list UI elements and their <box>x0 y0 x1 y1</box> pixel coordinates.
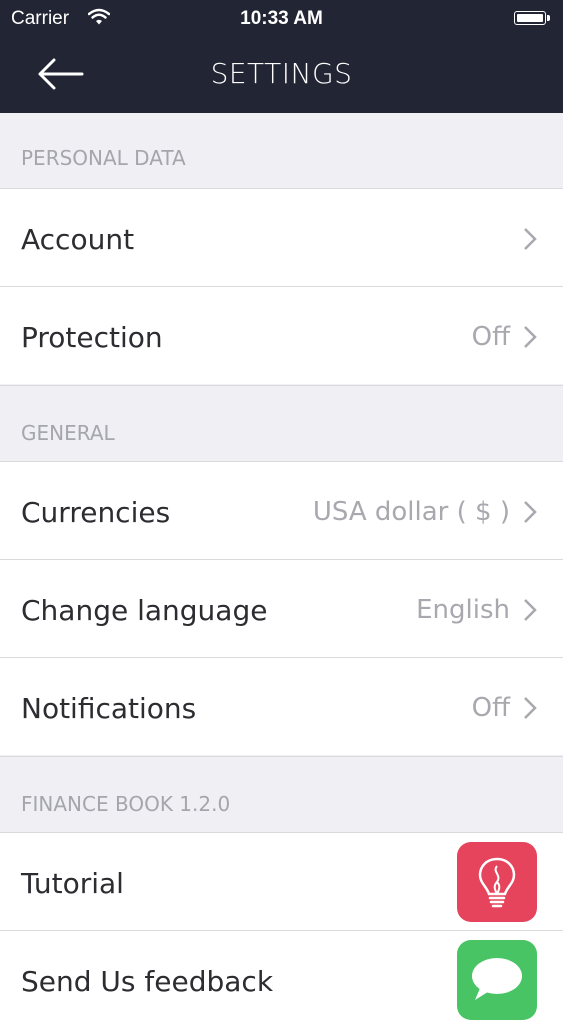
section-header-finance-book: FINANCE BOOK 1.2.0 <box>0 756 563 832</box>
clock: 10:33 AM <box>240 8 323 29</box>
battery-icon <box>514 11 550 25</box>
settings-row-notifications[interactable]: Notifications Off <box>0 657 563 755</box>
section-header-personal-data: PERSONAL DATA <box>0 113 563 188</box>
settings-row-account[interactable]: Account <box>0 188 563 286</box>
row-label: Account <box>21 223 135 256</box>
row-label: Protection <box>21 321 163 354</box>
settings-row-language[interactable]: Change language English <box>0 559 563 657</box>
row-value: Off <box>471 322 510 352</box>
row-label: Currencies <box>21 496 171 529</box>
settings-row-protection[interactable]: Protection Off <box>0 286 563 384</box>
chevron-right-icon <box>524 326 537 348</box>
row-label: Change language <box>21 594 268 627</box>
row-value: USA dollar ( $ ) <box>312 497 510 527</box>
speech-bubble-icon[interactable] <box>457 940 537 1020</box>
row-label: Tutorial <box>21 867 124 900</box>
chevron-right-icon <box>524 599 537 621</box>
chevron-right-icon <box>524 501 537 523</box>
row-value: Off <box>471 693 510 723</box>
status-bar: Carrier 10:33 AM <box>0 0 563 38</box>
row-value: English <box>416 595 510 625</box>
row-label: Send Us feedback <box>21 965 274 998</box>
chevron-right-icon <box>524 697 537 719</box>
page-title: SETTINGS <box>210 57 353 90</box>
nav-bar: SETTINGS <box>0 38 563 113</box>
settings-row-feedback[interactable]: Send Us feedback <box>0 930 563 1028</box>
section-header-general: GENERAL <box>0 385 563 461</box>
header: Carrier 10:33 AM SETTINGS <box>0 0 563 113</box>
chevron-right-icon <box>524 228 537 250</box>
lightbulb-icon[interactable] <box>457 842 537 922</box>
settings-row-currencies[interactable]: Currencies USA dollar ( $ ) <box>0 461 563 559</box>
row-label: Notifications <box>21 692 197 725</box>
settings-row-tutorial[interactable]: Tutorial <box>0 832 563 930</box>
